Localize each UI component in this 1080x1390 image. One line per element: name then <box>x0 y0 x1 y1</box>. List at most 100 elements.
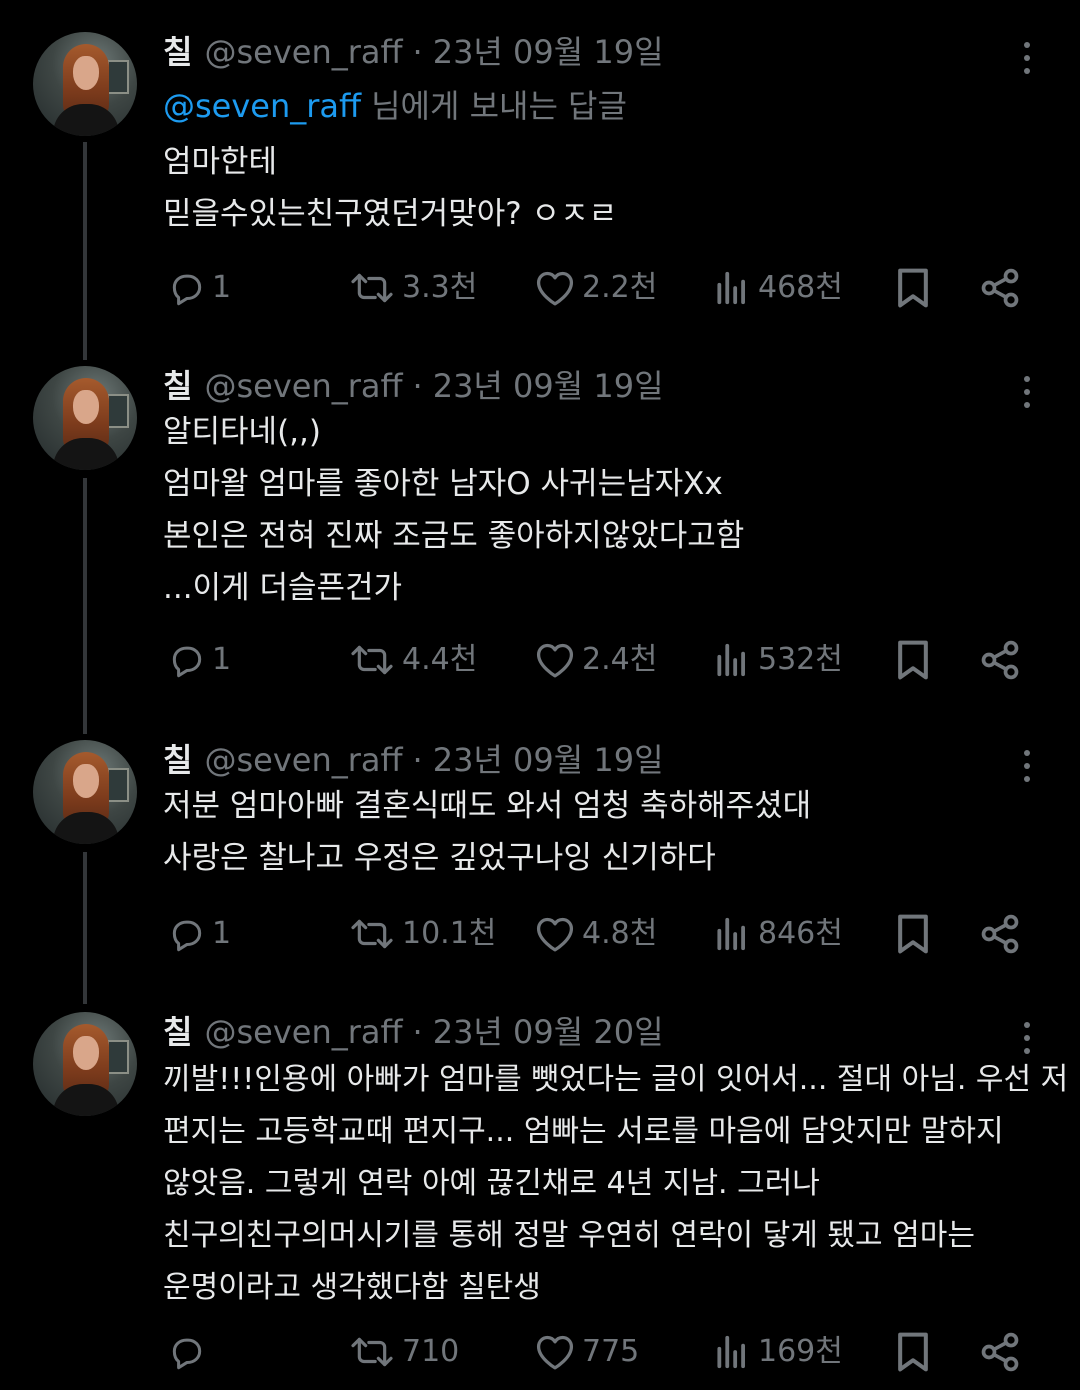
reply-button[interactable] <box>168 1330 212 1374</box>
bookmark-button[interactable] <box>893 1330 939 1374</box>
share-button[interactable] <box>978 912 1028 956</box>
retweet-button[interactable]: 4.4천 <box>348 638 477 682</box>
tweet-thread: 칠 @seven_raff · 23년 09월 19일 @seven_raff 님… <box>0 0 1080 1390</box>
tweet[interactable]: 칠 @seven_raff · 23년 09월 20일 끼발!!!인용에 아빠가… <box>0 1012 1080 1382</box>
action-bar: 1 10.1천 4.8천 846천 <box>0 912 1080 956</box>
tweet[interactable]: 칠 @seven_raff · 23년 09월 19일 알티타네(,,) 엄마왈… <box>0 366 1080 706</box>
tweet-text-line: 사랑은 찰나고 우정은 깊었구나잉 신기하다 <box>163 840 716 876</box>
avatar[interactable] <box>33 366 137 470</box>
like-button[interactable]: 775 <box>534 1330 639 1374</box>
user-handle[interactable]: @seven_raff <box>204 1012 402 1052</box>
bookmark-button[interactable] <box>893 638 939 682</box>
retweet-icon <box>351 273 393 303</box>
tweet-text-line: 엄마한테 <box>163 144 278 180</box>
reply-icon <box>172 646 202 678</box>
like-button[interactable]: 2.2천 <box>534 266 657 310</box>
reply-mention-link[interactable]: @seven_raff <box>163 87 361 125</box>
retweet-icon <box>351 645 393 675</box>
replying-to: @seven_raff 님에게 보내는 답글 <box>163 84 627 128</box>
tweet-header: 칠 @seven_raff · 23년 09월 20일 <box>163 1012 664 1052</box>
tweet-date[interactable]: 23년 09월 19일 <box>433 740 664 780</box>
tweet-text-line: 믿을수있는친구였던거맞아? ㅇㅈㄹ <box>163 196 618 232</box>
user-handle[interactable]: @seven_raff <box>204 740 402 780</box>
views-button[interactable]: 846천 <box>712 912 843 956</box>
tweet-text-line: 운명이라고 생각했다함 칠탄생 <box>163 1270 541 1305</box>
tweet-text: 끼발!!!인용에 아빠가 엄마를 뺏었다는 글이 잇어서... 절대 아님. 우… <box>163 1054 1068 1314</box>
display-name[interactable]: 칠 <box>163 1012 192 1052</box>
retweet-count: 710 <box>402 1334 460 1369</box>
tweet-text-line: 않앗음. 그렇게 연락 아예 끊긴채로 4년 지남. 그러나 <box>163 1166 820 1201</box>
tweet[interactable]: 칠 @seven_raff · 23년 09월 19일 @seven_raff 님… <box>0 32 1080 332</box>
views-button[interactable]: 169천 <box>712 1330 843 1374</box>
retweet-count: 3.3천 <box>402 270 478 305</box>
share-icon <box>981 914 1019 954</box>
retweet-button[interactable]: 10.1천 <box>348 912 496 956</box>
tweet-text-line: 친구의친구의머시기를 통해 정말 우연히 연락이 닿게 됐고 엄마는 <box>163 1218 975 1253</box>
action-bar: 710 775 169천 <box>0 1330 1080 1374</box>
tweet-text-line: 편지는 고등학교때 편지구... 엄빠는 서로를 마음에 담앗지만 말하지 <box>163 1114 1004 1149</box>
retweet-count: 10.1천 <box>402 916 497 951</box>
reply-icon <box>172 1338 202 1370</box>
user-handle[interactable]: @seven_raff <box>204 32 402 72</box>
like-count: 2.4천 <box>582 642 658 677</box>
tweet-text: 저분 엄마아빠 결혼식때도 와서 엄청 축하해주셨대 사랑은 찰나고 우정은 깊… <box>163 780 1043 884</box>
separator-dot: · <box>412 33 423 71</box>
reply-button[interactable]: 1 <box>168 266 231 310</box>
views-count: 169천 <box>758 1334 843 1369</box>
views-icon <box>717 271 745 305</box>
tweet[interactable]: 칠 @seven_raff · 23년 09월 19일 저분 엄마아빠 결혼식때… <box>0 740 1080 980</box>
tweet-date[interactable]: 23년 09월 19일 <box>433 32 664 72</box>
tweet-header: 칠 @seven_raff · 23년 09월 19일 <box>163 366 664 406</box>
views-button[interactable]: 532천 <box>712 638 843 682</box>
share-button[interactable] <box>978 266 1028 310</box>
reply-count: 1 <box>212 916 232 951</box>
views-button[interactable]: 468천 <box>712 266 843 310</box>
like-count: 2.2천 <box>582 270 658 305</box>
reply-button[interactable]: 1 <box>168 638 231 682</box>
tweet-text-line: 알티타네(,,) <box>163 414 321 450</box>
separator-dot: · <box>412 367 423 405</box>
views-icon <box>717 917 745 951</box>
reply-count: 1 <box>212 270 232 305</box>
user-handle[interactable]: @seven_raff <box>204 366 402 406</box>
retweet-button[interactable]: 3.3천 <box>348 266 477 310</box>
bookmark-button[interactable] <box>893 266 939 310</box>
reply-suffix: 님에게 보내는 답글 <box>371 87 627 125</box>
reply-button[interactable]: 1 <box>168 912 231 956</box>
tweet-text: 엄마한테 믿을수있는친구였던거맞아? ㅇㅈㄹ <box>163 136 1043 240</box>
heart-icon <box>536 1335 574 1370</box>
display-name[interactable]: 칠 <box>163 740 192 780</box>
heart-icon <box>536 917 574 952</box>
avatar[interactable] <box>33 740 137 844</box>
bookmark-icon <box>898 640 928 680</box>
bookmark-button[interactable] <box>893 912 939 956</box>
display-name[interactable]: 칠 <box>163 32 192 72</box>
bookmark-icon <box>898 914 928 954</box>
heart-icon <box>536 271 574 306</box>
like-button[interactable]: 2.4천 <box>534 638 657 682</box>
reply-icon <box>172 920 202 952</box>
tweet-text-line: 저분 엄마아빠 결혼식때도 와서 엄청 축하해주셨대 <box>163 788 812 824</box>
more-options-icon[interactable] <box>1010 38 1044 78</box>
like-count: 775 <box>582 1334 640 1369</box>
heart-icon <box>536 643 574 678</box>
avatar[interactable] <box>33 1012 137 1116</box>
share-button[interactable] <box>978 638 1028 682</box>
views-icon <box>717 643 745 677</box>
views-count: 532천 <box>758 642 843 677</box>
tweet-date[interactable]: 23년 09월 19일 <box>433 366 664 406</box>
tweet-date[interactable]: 23년 09월 20일 <box>433 1012 664 1052</box>
tweet-text: 알티타네(,,) 엄마왈 엄마를 좋아한 남자O 사귀는남자Xx 본인은 전혀 … <box>163 406 1043 614</box>
bookmark-icon <box>898 1332 928 1372</box>
share-button[interactable] <box>978 1330 1028 1374</box>
retweet-button[interactable]: 710 <box>348 1330 459 1374</box>
share-icon <box>981 268 1019 308</box>
display-name[interactable]: 칠 <box>163 366 192 406</box>
views-count: 846천 <box>758 916 843 951</box>
retweet-count: 4.4천 <box>402 642 478 677</box>
retweet-icon <box>351 1337 393 1367</box>
like-button[interactable]: 4.8천 <box>534 912 657 956</box>
avatar[interactable] <box>33 32 137 136</box>
reply-icon <box>172 274 202 306</box>
more-options-icon[interactable] <box>1010 1018 1044 1058</box>
